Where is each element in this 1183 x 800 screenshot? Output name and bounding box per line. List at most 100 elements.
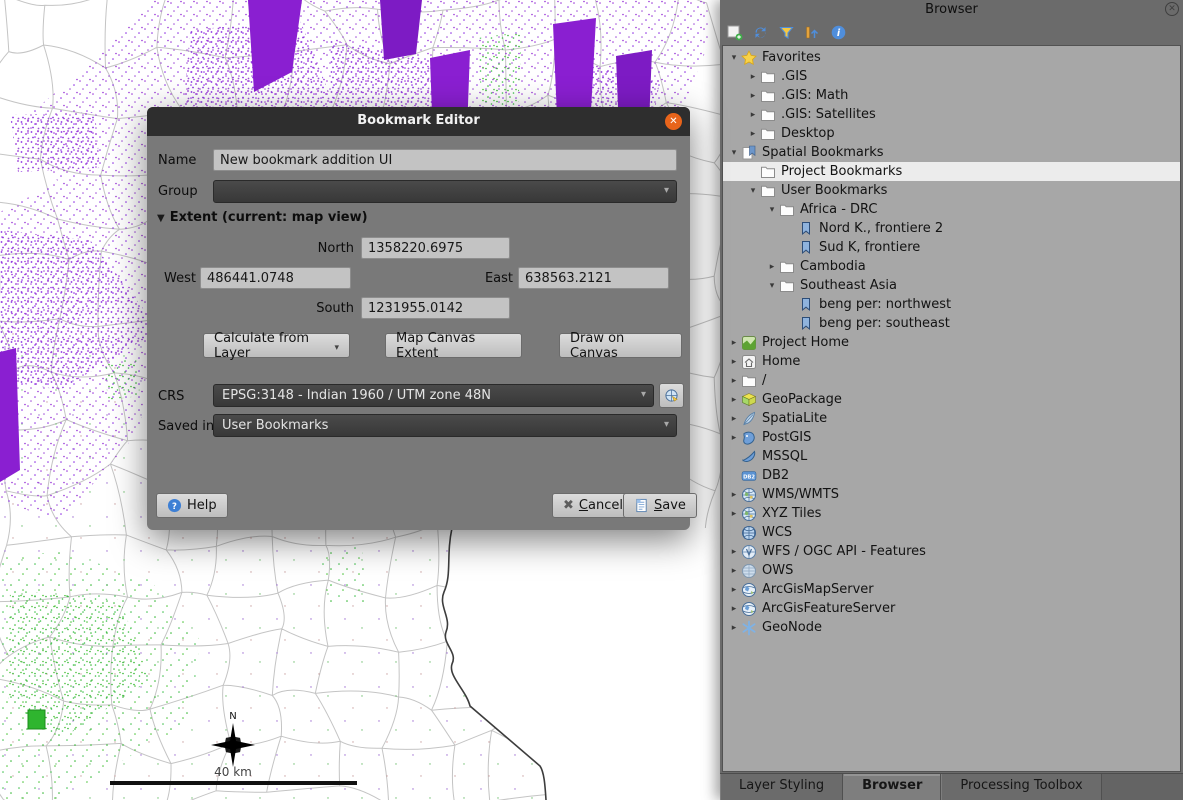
tree-item-project-home[interactable]: ▸Project Home bbox=[723, 333, 1180, 352]
map-canvas-extent-button[interactable]: Map Canvas Extent bbox=[385, 333, 522, 358]
tree-item-wms-wmts[interactable]: ▸WMS/WMTS bbox=[723, 485, 1180, 504]
saved-in-combobox[interactable]: User Bookmarks ▾ bbox=[213, 414, 677, 437]
tree-item-ows[interactable]: ▸OWS bbox=[723, 561, 1180, 580]
expand-arrow-icon[interactable]: ▸ bbox=[727, 338, 741, 348]
select-crs-button[interactable] bbox=[659, 383, 684, 408]
collapse-arrow-icon[interactable]: ▾ bbox=[765, 205, 779, 215]
globe-wms-icon bbox=[741, 487, 757, 503]
expand-arrow-icon[interactable]: ▸ bbox=[727, 604, 741, 614]
tree-item-home[interactable]: ▸Home bbox=[723, 352, 1180, 371]
expand-arrow-icon[interactable]: ▸ bbox=[746, 72, 760, 82]
tree-item-sud-k-frontiere[interactable]: Sud K, frontiere bbox=[723, 238, 1180, 257]
tree-item-label: GeoNode bbox=[762, 620, 828, 635]
tree-item-gis[interactable]: ▸.GIS bbox=[723, 67, 1180, 86]
extent-group-header[interactable]: ▼Extent (current: map view) bbox=[157, 210, 368, 225]
tree-item-label: ArcGisFeatureServer bbox=[762, 601, 901, 616]
tree-item-label: Sud K, frontiere bbox=[819, 240, 926, 255]
save-label: Save bbox=[654, 498, 686, 513]
properties-icon[interactable]: i bbox=[830, 24, 847, 41]
tree-item-desktop[interactable]: ▸Desktop bbox=[723, 124, 1180, 143]
tree-item-wfs-ogc-api-features[interactable]: ▸ WFS / OGC API - Features bbox=[723, 542, 1180, 561]
dialog-close-icon[interactable]: ✕ bbox=[665, 113, 682, 130]
expand-arrow-icon[interactable]: ▸ bbox=[746, 91, 760, 101]
expand-arrow-icon[interactable]: ▸ bbox=[727, 490, 741, 500]
tree-item-africa-drc[interactable]: ▾Africa - DRC bbox=[723, 200, 1180, 219]
expand-arrow-icon[interactable]: ▸ bbox=[727, 357, 741, 367]
tree-item-user-bookmarks[interactable]: ▾User Bookmarks bbox=[723, 181, 1180, 200]
east-input[interactable] bbox=[518, 267, 669, 289]
tree-item-gis-satellites[interactable]: ▸ .GIS: Satellites bbox=[723, 105, 1180, 124]
collapse-arrow-icon[interactable]: ▾ bbox=[727, 148, 741, 158]
tree-item-nord-k-frontiere-2[interactable]: Nord K., frontiere 2 bbox=[723, 219, 1180, 238]
group-combobox[interactable]: ▾ bbox=[213, 180, 677, 203]
expand-arrow-icon[interactable]: ▸ bbox=[727, 433, 741, 443]
calculate-from-layer-button[interactable]: Calculate from Layer ▾ bbox=[203, 333, 350, 358]
panel-close-icon[interactable]: ✕ bbox=[1165, 2, 1179, 16]
filter-browser-icon[interactable] bbox=[778, 24, 795, 41]
tree-item-gis-math[interactable]: ▸.GIS: Math bbox=[723, 86, 1180, 105]
dock-tab-processing-toolbox[interactable]: Processing Toolbox bbox=[941, 774, 1101, 800]
collapse-arrow-icon[interactable]: ▾ bbox=[765, 281, 779, 291]
folder-icon bbox=[760, 69, 776, 85]
north-input[interactable] bbox=[361, 237, 510, 259]
draw-on-canvas-button[interactable]: Draw on Canvas bbox=[559, 333, 682, 358]
expand-arrow-icon[interactable]: ▸ bbox=[727, 376, 741, 386]
expand-arrow-icon[interactable]: ▸ bbox=[746, 110, 760, 120]
crs-combobox[interactable]: EPSG:3148 - Indian 1960 / UTM zone 48N ▾ bbox=[213, 384, 654, 407]
svg-text:N: N bbox=[229, 711, 236, 722]
refresh-icon[interactable] bbox=[752, 24, 769, 41]
expand-arrow-icon[interactable]: ▸ bbox=[727, 623, 741, 633]
tree-item-xyz-tiles[interactable]: ▸XYZ Tiles bbox=[723, 504, 1180, 523]
name-input[interactable] bbox=[213, 149, 677, 171]
tree-item-beng-per-southeast[interactable]: beng per: southeast bbox=[723, 314, 1180, 333]
tree-item-geopackage[interactable]: ▸GeoPackage bbox=[723, 390, 1180, 409]
tree-item-label: .GIS: Satellites bbox=[781, 107, 882, 122]
expand-arrow-icon[interactable]: ▸ bbox=[765, 262, 779, 272]
expand-arrow-icon[interactable]: ▸ bbox=[727, 566, 741, 576]
browser-panel: Browser ✕ i ▾Favorites▸.GIS▸.GIS: Math▸.… bbox=[720, 0, 1183, 800]
tree-item-spatial-bookmarks[interactable]: ▾Spatial Bookmarks bbox=[723, 143, 1180, 162]
tree-item-root[interactable]: ▸/ bbox=[723, 371, 1180, 390]
tree-item-postgis[interactable]: ▸PostGIS bbox=[723, 428, 1180, 447]
tree-item-arcgismapserver[interactable]: ▸ArcGisMapServer bbox=[723, 580, 1180, 599]
tree-item-label: Nord K., frontiere 2 bbox=[819, 221, 949, 236]
tree-item-beng-per-northwest[interactable]: beng per: northwest bbox=[723, 295, 1180, 314]
add-selected-layers-icon[interactable] bbox=[726, 24, 743, 41]
tree-item-cambodia[interactable]: ▸Cambodia bbox=[723, 257, 1180, 276]
expand-arrow-icon[interactable]: ▸ bbox=[727, 414, 741, 424]
globe-ows-icon bbox=[741, 563, 757, 579]
south-input[interactable] bbox=[361, 297, 510, 319]
save-button[interactable]: Save bbox=[623, 493, 697, 518]
bookmark-icon bbox=[798, 240, 814, 256]
expand-arrow-icon[interactable]: ▸ bbox=[727, 585, 741, 595]
tree-item-wcs[interactable]: WCS bbox=[723, 523, 1180, 542]
folder-icon bbox=[760, 126, 776, 142]
collapse-arrow-icon[interactable]: ▾ bbox=[746, 186, 760, 196]
bookmark-editor-dialog: Bookmark Editor ✕ Name Group ▾ ▼Extent (… bbox=[147, 107, 690, 530]
expand-arrow-icon[interactable]: ▸ bbox=[727, 509, 741, 519]
tree-item-label: WFS / OGC API - Features bbox=[762, 544, 932, 559]
collapse-all-icon[interactable] bbox=[804, 24, 821, 41]
map-canvas-extent-label: Map Canvas Extent bbox=[396, 331, 511, 361]
tree-item-favorites[interactable]: ▾Favorites bbox=[723, 48, 1180, 67]
west-input[interactable] bbox=[200, 267, 351, 289]
collapse-arrow-icon[interactable]: ▼ bbox=[157, 213, 165, 224]
tree-item-mssql[interactable]: MSSQL bbox=[723, 447, 1180, 466]
tree-item-db2[interactable]: DB2DB2 bbox=[723, 466, 1180, 485]
chevron-down-icon: ▾ bbox=[334, 343, 339, 353]
expand-arrow-icon[interactable]: ▸ bbox=[746, 129, 760, 139]
tree-item-geonode[interactable]: ▸ GeoNode bbox=[723, 618, 1180, 637]
tree-item-arcgisfeatureserver[interactable]: ▸ ArcGisFeatureServer bbox=[723, 599, 1180, 618]
expand-arrow-icon[interactable]: ▸ bbox=[727, 547, 741, 557]
tree-item-spatialite[interactable]: ▸SpatiaLite bbox=[723, 409, 1180, 428]
collapse-arrow-icon[interactable]: ▾ bbox=[727, 53, 741, 63]
dock-tab-layer-styling[interactable]: Layer Styling bbox=[720, 774, 843, 800]
tree-item-project-bookmarks[interactable]: Project Bookmarks bbox=[723, 162, 1180, 181]
dock-tab-browser[interactable]: Browser bbox=[843, 774, 941, 800]
expand-arrow-icon[interactable]: ▸ bbox=[727, 395, 741, 405]
help-button[interactable]: ? Help bbox=[156, 493, 228, 518]
tree-item-southeast-asia[interactable]: ▾Southeast Asia bbox=[723, 276, 1180, 295]
tree-item-label: beng per: southeast bbox=[819, 316, 956, 331]
dialog-titlebar[interactable]: Bookmark Editor ✕ bbox=[147, 107, 690, 136]
cancel-button[interactable]: ✖ Cancel bbox=[552, 493, 634, 518]
